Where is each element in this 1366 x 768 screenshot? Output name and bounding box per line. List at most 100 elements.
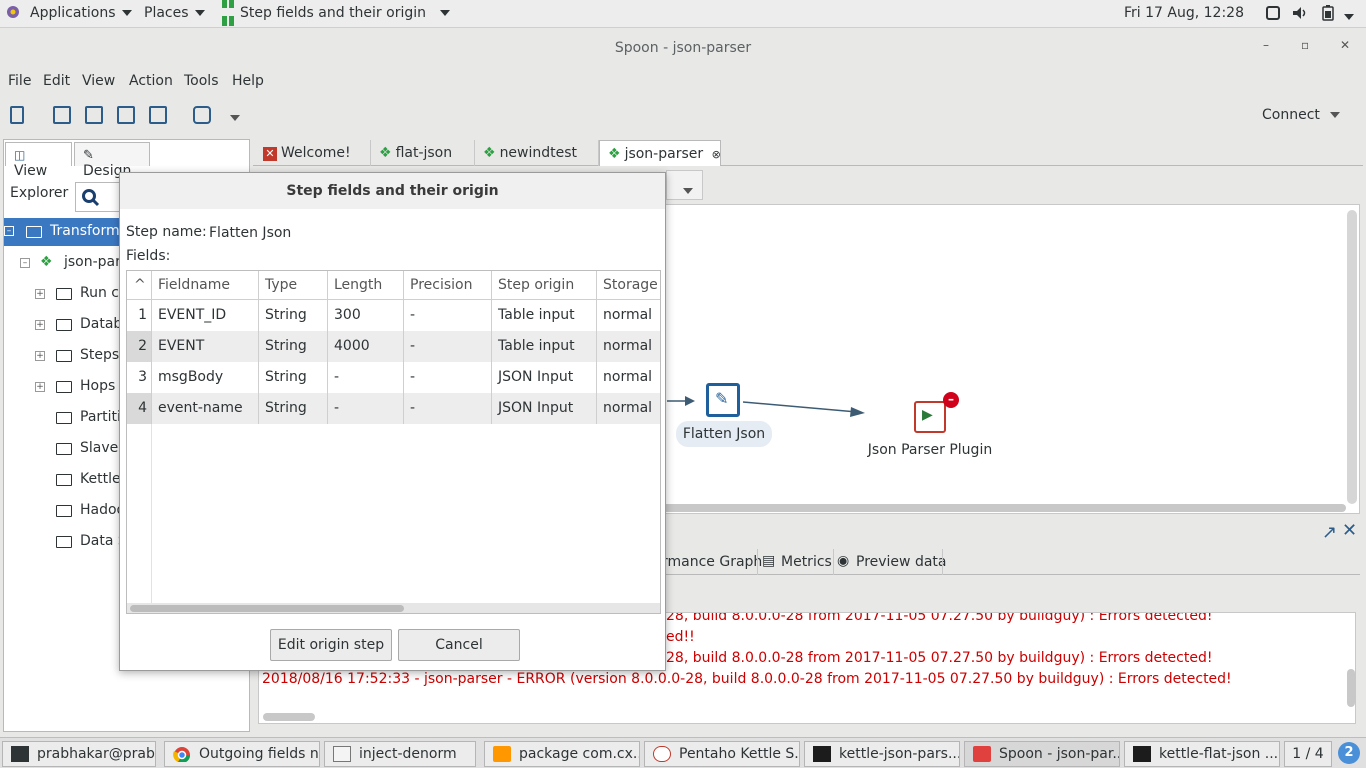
folder-icon [56, 381, 72, 393]
folder-icon [56, 474, 72, 486]
tab-view[interactable]: ◫ View [5, 142, 72, 179]
transformation-icon: ❖ [40, 254, 53, 270]
spoon-icon [973, 746, 991, 762]
folder-icon [56, 443, 72, 455]
metrics-icon: ▤ [762, 553, 776, 569]
pencil-icon: ✎ [83, 148, 94, 163]
save-as-icon[interactable] [149, 106, 167, 124]
transformation-icon: ❖ [379, 145, 392, 161]
close-panel-icon[interactable]: ✕ [1342, 520, 1357, 541]
sublime-icon [493, 746, 511, 762]
applications-icon [6, 5, 20, 23]
table-row[interactable]: 4 event-name String - - JSON Input norma… [127, 393, 660, 424]
column-header-step-origin[interactable]: Step origin [492, 271, 597, 300]
log-line: 28, build 8.0.0.0-28 from 2017-11-05 07.… [666, 650, 1213, 666]
text-editor-icon [333, 746, 351, 762]
sort-icon[interactable]: ^ [127, 271, 152, 300]
search-input[interactable] [75, 182, 125, 212]
menu-file[interactable]: File [8, 73, 31, 89]
menu-tools[interactable]: Tools [184, 73, 219, 89]
fields-table: ^ Fieldname Type Length Precision Step o… [126, 270, 661, 614]
taskbar-item-spoon[interactable]: Spoon - json-par... [964, 741, 1120, 767]
menu-edit[interactable]: Edit [43, 73, 70, 89]
table-row[interactable]: 1 EVENT_ID String 300 - Table input norm… [127, 300, 660, 331]
volume-icon[interactable] [1292, 6, 1308, 24]
chevron-down-icon [683, 183, 693, 199]
connect-button[interactable]: Connect [1262, 107, 1340, 123]
menu-action[interactable]: Action [129, 73, 173, 89]
clock[interactable]: Fri 17 Aug, 12:28 [1124, 5, 1244, 21]
tab-newindtest[interactable]: ❖ newindtest [475, 140, 599, 166]
flatten-json-step[interactable]: ✎ [706, 383, 740, 417]
workspace-switcher[interactable]: 1 / 4 [1284, 741, 1332, 767]
grid-horizontal-scrollbar-track[interactable] [127, 603, 660, 613]
places-menu[interactable]: Places [144, 5, 205, 21]
log-horizontal-scrollbar[interactable] [263, 713, 315, 721]
applications-menu[interactable]: Applications [30, 5, 132, 21]
tab-json-parser[interactable]: ❖ json-parser ⊗ [599, 140, 721, 166]
step-fields-dialog: Step fields and their origin Step name: … [119, 172, 666, 671]
tab-design[interactable]: ✎ Design [74, 142, 150, 179]
menu-bar: File Edit View Action Tools Help [0, 68, 1366, 96]
tab-welcome[interactable]: ✕ Welcome! [255, 140, 371, 166]
view-icon: ◫ [14, 148, 26, 162]
column-header-fieldname[interactable]: Fieldname [152, 271, 259, 300]
tab-metrics[interactable]: Metrics [781, 554, 832, 570]
column-header-precision[interactable]: Precision [404, 271, 492, 300]
transformation-icon: ❖ [608, 146, 621, 162]
json-parser-plugin-label: Json Parser Plugin [867, 442, 993, 458]
log-line: ed!! [666, 629, 695, 645]
menu-help[interactable]: Help [232, 73, 264, 89]
close-tab-icon[interactable]: ⊗ [712, 148, 721, 161]
zoom-dropdown[interactable] [666, 170, 703, 200]
open-file-icon[interactable] [53, 106, 71, 124]
cancel-button[interactable]: Cancel [398, 629, 520, 661]
step-name-label: Step name: [126, 224, 207, 240]
tab-performance-graph[interactable]: rmance Graph [662, 554, 762, 570]
save-icon[interactable] [117, 106, 135, 124]
layers-icon[interactable] [193, 106, 211, 124]
column-header-length[interactable]: Length [328, 271, 404, 300]
notification-badge-icon[interactable]: 2 [1338, 742, 1360, 764]
fields-label: Fields: [126, 248, 171, 264]
log-vertical-scrollbar[interactable] [1347, 669, 1355, 707]
browser-icon [653, 746, 671, 762]
active-window-menu[interactable]: Step fields and their origin [240, 5, 450, 21]
layers-dropdown-icon[interactable] [224, 110, 240, 126]
folder-icon [56, 412, 72, 424]
taskbar-item-kettle-json-parser[interactable]: kettle-json-pars... [804, 741, 960, 767]
error-badge-icon[interactable]: – [943, 392, 959, 408]
dialog-title: Step fields and their origin [120, 173, 665, 209]
screen-icon[interactable] [1266, 6, 1280, 24]
minimize-button[interactable]: – [1263, 38, 1269, 52]
new-file-icon[interactable] [10, 106, 24, 124]
taskbar-item-sublime[interactable]: package com.cx... [484, 741, 640, 767]
table-row[interactable]: 3 msgBody String - - JSON Input normal [127, 362, 660, 393]
json-parser-plugin-step[interactable]: ▶ [914, 401, 946, 433]
canvas-horizontal-scrollbar[interactable] [660, 504, 1346, 512]
column-header-storage[interactable]: Storage [597, 271, 660, 300]
explore-repository-icon[interactable] [85, 106, 103, 124]
system-menu-caret[interactable] [1344, 9, 1354, 25]
battery-icon[interactable] [1322, 5, 1334, 25]
eye-icon: ◉ [837, 553, 850, 569]
maximize-button[interactable]: ▫ [1301, 38, 1309, 52]
grid-horizontal-scrollbar[interactable] [130, 605, 404, 612]
taskbar-item-pentaho-kettle[interactable]: Pentaho Kettle S... [644, 741, 800, 767]
column-header-type[interactable]: Type [259, 271, 328, 300]
folder-icon [56, 536, 72, 548]
edit-origin-step-button[interactable]: Edit origin step [270, 629, 392, 661]
taskbar-item-kettle-flat-json[interactable]: kettle-flat-json ... [1124, 741, 1280, 767]
taskbar-item-chrome[interactable]: Outgoing fields n... [164, 741, 320, 767]
maximize-panel-icon[interactable]: ↗ [1322, 522, 1337, 543]
tab-preview-data[interactable]: Preview data [856, 554, 946, 570]
close-button[interactable]: ✕ [1340, 38, 1350, 52]
tab-flat-json[interactable]: ❖ flat-json [371, 140, 475, 166]
taskbar-item-terminal[interactable]: prabhakar@prab... [2, 741, 156, 767]
taskbar-item-inject-denorm[interactable]: inject-denorm [324, 741, 476, 767]
toolbar: Connect [0, 100, 1366, 132]
menu-view[interactable]: View [82, 73, 115, 89]
canvas-vertical-scrollbar[interactable] [1347, 210, 1357, 504]
step-icon: ✎ [715, 389, 729, 408]
table-row[interactable]: 2 EVENT String 4000 - Table input normal [127, 331, 660, 362]
